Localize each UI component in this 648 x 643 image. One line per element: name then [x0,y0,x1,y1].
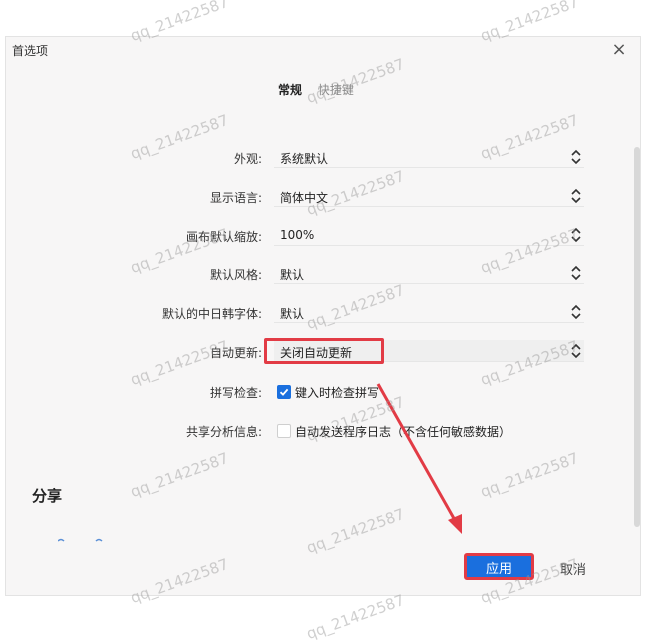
preferences-dialog: 首选项 × 常规 快捷键 外观: 系统默认 显示语言: 简体中文 画布默认缩放:… [5,36,641,596]
setting-label: 默认的中日韩字体: [161,307,262,321]
setting-label: 自动更新: [209,346,262,360]
updown-chevron-icon [571,227,581,243]
setting-label: 画布默认缩放: [185,230,262,244]
check-icon [279,388,289,396]
updown-chevron-icon [571,343,581,359]
checkbox-label: 键入时检查拼写 [295,386,380,400]
watermark: qq_21422587 [304,590,407,643]
select-value: 简体中文 [280,191,329,205]
select-value: 默认 [280,268,305,282]
apply-button[interactable]: 应用 [464,553,534,580]
close-button[interactable]: × [610,41,628,59]
setting-label: 共享分析信息: [185,425,262,439]
select-value: 系统默认 [280,152,329,166]
updown-chevron-icon [571,149,581,165]
appearance-select[interactable]: 系统默认 [274,146,584,168]
cjk-font-select[interactable]: 默认 [274,301,584,323]
language-select[interactable]: 简体中文 [274,185,584,207]
dialog-title: 首选项 [12,44,49,58]
canvas-zoom-select[interactable]: 100% [274,224,584,246]
tab-bar: 常规 快捷键 [278,81,366,98]
setting-row-analytics: 共享分析信息: 自动发送程序日志（不含任何敏感数据） [6,417,642,445]
setting-label: 拼写检查: [209,386,262,400]
tab-shortcuts[interactable]: 快捷键 [318,81,354,98]
updown-chevron-icon [571,304,581,320]
style-select[interactable]: 默认 [274,262,584,284]
setting-label: 显示语言: [209,191,262,205]
setting-label: 默认风格: [209,268,262,282]
loading-dots-icon [58,538,103,542]
updown-chevron-icon [571,188,581,204]
setting-row-language: 显示语言: 简体中文 [6,183,642,211]
setting-row-appearance: 外观: 系统默认 [6,144,642,172]
checkbox-label: 自动发送程序日志（不含任何敏感数据） [295,425,512,439]
annotation-highlight-box [264,338,384,364]
analytics-checkbox[interactable] [277,424,291,438]
setting-row-canvas-zoom: 画布默认缩放: 100% [6,222,642,250]
cancel-button[interactable]: 取消 [560,559,586,578]
updown-chevron-icon [571,265,581,281]
select-value: 默认 [280,307,305,321]
setting-row-style: 默认风格: 默认 [6,260,642,288]
setting-row-cjk-font: 默认的中日韩字体: 默认 [6,299,642,327]
setting-row-spellcheck: 拼写检查: 键入时检查拼写 [6,378,642,406]
scrollbar[interactable] [634,147,640,527]
select-value: 100% [280,228,315,242]
share-section-heading: 分享 [32,487,63,505]
tab-general[interactable]: 常规 [278,81,302,98]
spellcheck-checkbox[interactable] [277,385,291,399]
close-icon: × [611,39,627,60]
setting-label: 外观: [233,152,262,166]
